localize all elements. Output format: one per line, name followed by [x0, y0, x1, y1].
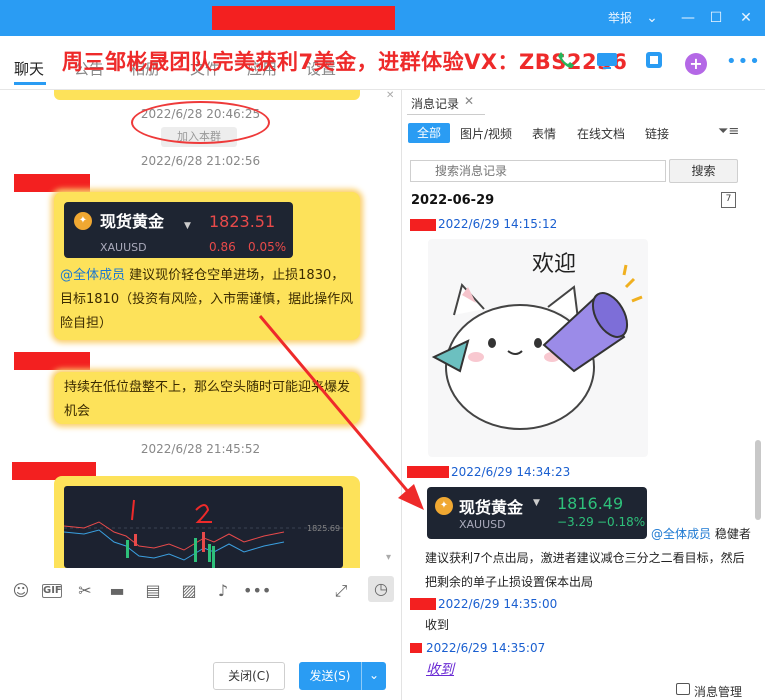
tab-chat[interactable]: 聊天 [14, 58, 44, 79]
title-underline [407, 114, 485, 115]
record-time: 2022/6/29 14:35:00 [438, 597, 558, 611]
message-manage-link[interactable]: 消息管理 [694, 683, 742, 700]
filter-stickers[interactable]: 表情 [532, 125, 556, 142]
message-manage-icon[interactable] [676, 683, 690, 695]
send-options-button[interactable]: ⌄ [361, 662, 386, 690]
app-icon[interactable] [642, 50, 666, 74]
close-icon[interactable]: ✕ [734, 0, 758, 36]
redacted-title [212, 6, 395, 30]
search-button[interactable]: 搜索 [669, 159, 738, 183]
promo-overlay-text: 周三邹彬晟团队完美获利7美金，进群体验VX：ZBS2256 [62, 50, 628, 74]
record-time: 2022/6/29 14:35:07 [426, 641, 546, 655]
emoji-icon[interactable]: ☺ [10, 580, 32, 602]
message-timestamp: 2022/6/28 21:02:56 [140, 154, 261, 168]
close-history-icon[interactable]: ✕ [464, 94, 474, 108]
folder-icon[interactable]: ▬ [106, 580, 128, 602]
record-time: 2022/6/29 14:34:23 [451, 465, 571, 479]
maximize-icon[interactable]: ☐ [704, 0, 728, 36]
expand-icon[interactable]: ⤢ [330, 580, 352, 602]
message-bubble[interactable]: ✦ 现货黄金 ▼ XAUUSD 1823.51 0.86 0.05% @全体成员… [54, 192, 360, 340]
scroll-up-icon[interactable]: ✕ [386, 90, 394, 101]
filter-all[interactable]: 全部 [408, 123, 450, 143]
gold-coin-icon: ✦ [74, 212, 92, 230]
chat-scrollbar[interactable]: ✕ ▾ [383, 90, 401, 568]
gold-name: 现货黄金 [459, 498, 524, 517]
close-button[interactable]: 关闭(C) [213, 662, 285, 690]
active-tab-indicator [14, 82, 46, 85]
filter-media[interactable]: 图片/视频 [460, 125, 512, 142]
gif-icon[interactable]: GIF [42, 584, 62, 598]
welcome-sticker-image[interactable]: 欢迎 [428, 239, 648, 457]
record-time: 2022/6/29 14:15:12 [438, 217, 558, 231]
more-icon[interactable]: ••• [726, 50, 760, 74]
input-toolbar: ☺ GIF ✂ ▬ ▤ ▨ ♪ ••• ⤢ ◷ [0, 568, 401, 612]
history-panel-title: 消息记录 [411, 97, 460, 111]
gold-change-percent: 0.05% [248, 240, 287, 254]
gold-change: 0.86 [209, 240, 236, 254]
scissors-icon[interactable]: ✂ [74, 580, 96, 602]
partial-message-bubble [54, 90, 360, 100]
history-date: 2022-06-29 [411, 193, 495, 208]
title-bar: 举报 ⌄ — ☐ ✕ [0, 0, 765, 36]
svg-text:欢迎: 欢迎 [532, 252, 576, 277]
message-input[interactable] [0, 612, 401, 660]
history-search-input[interactable] [410, 160, 666, 182]
message-bubble[interactable]: 持续在低位盘整不上，那么空头随时可能迎来爆发机会 [54, 372, 360, 424]
calendar-icon[interactable]: 7 [721, 192, 736, 208]
image-icon[interactable]: ▨ [178, 580, 200, 602]
redacted-sender-name [410, 598, 436, 610]
gold-price: 1823.51 [209, 212, 276, 231]
chevron-down-icon[interactable]: ⌄ [640, 0, 664, 36]
filter-docs[interactable]: 在线文档 [577, 125, 625, 142]
screen-share-icon[interactable] [595, 50, 619, 74]
bell-icon[interactable]: ♪ [212, 580, 234, 602]
more-tools-icon[interactable]: ••• [243, 580, 271, 602]
record-message-text: 收到 [425, 618, 450, 632]
filter-icon[interactable]: ⏷≡ [718, 124, 739, 139]
redacted-sender-name [14, 174, 90, 192]
gold-quote-card[interactable]: ✦ 现货黄金 ▼ XAUUSD 1823.51 0.86 0.05% [64, 202, 293, 258]
phone-icon[interactable] [554, 50, 578, 74]
redacted-sender-name [14, 352, 90, 370]
message-text: @全体成员 建议现价轻仓空单进场，止损1830，目标1810（投资有风险，入市需… [60, 268, 354, 331]
gold-code: XAUUSD [100, 241, 147, 254]
filter-links[interactable]: 链接 [645, 125, 669, 142]
record-message-link[interactable]: 收到 [426, 659, 454, 679]
dropdown-icon: ▼ [533, 498, 540, 508]
gold-price: 1816.49 [557, 494, 624, 513]
mention-all[interactable]: @全体成员 [651, 527, 711, 541]
template-icon[interactable]: ▤ [142, 580, 164, 602]
red-circle-annotation [131, 101, 270, 144]
redacted-sender-name [410, 219, 436, 231]
panel-divider [401, 90, 402, 700]
mention-all[interactable]: @全体成员 [60, 268, 125, 283]
scroll-down-icon[interactable]: ▾ [386, 552, 391, 563]
chart-image[interactable]: 1825.69 [64, 486, 343, 568]
history-scrollbar[interactable] [755, 440, 761, 520]
history-clock-icon[interactable]: ◷ [368, 576, 394, 602]
add-icon[interactable]: + [685, 53, 707, 75]
minimize-icon[interactable]: — [676, 0, 700, 36]
dropdown-icon: ▼ [184, 221, 191, 231]
message-timestamp: 2022/6/28 21:45:52 [140, 442, 261, 456]
redacted-sender-name [410, 643, 422, 653]
report-button[interactable]: 举报 [603, 0, 637, 36]
send-button[interactable]: 发送(S) [299, 662, 361, 690]
redacted-sender-name [407, 466, 449, 478]
svg-text:1825.69: 1825.69 [307, 524, 340, 533]
gold-coin-icon: ✦ [435, 497, 453, 515]
record-message-text: @全体成员 稳健者建议获利7个点出局，激进者建议减仓三分之二看目标，然后把剩余的… [425, 527, 751, 589]
gold-name: 现货黄金 [100, 212, 165, 231]
